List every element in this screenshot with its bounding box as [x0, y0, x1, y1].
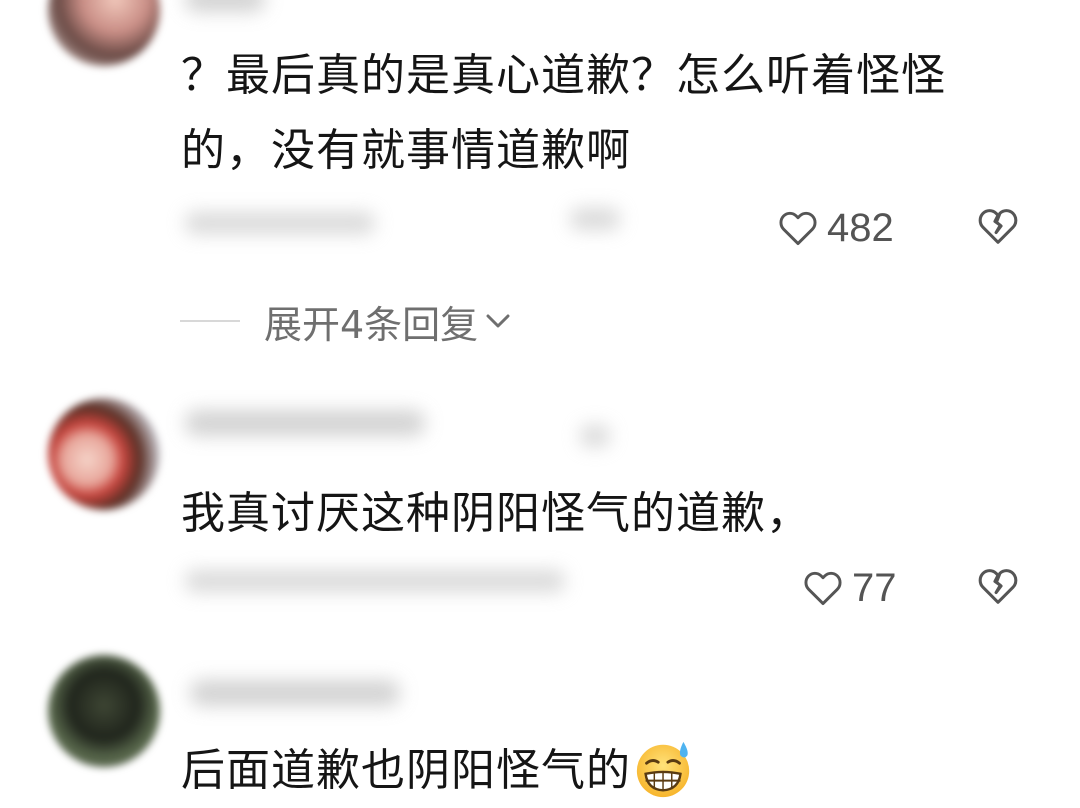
divider — [180, 320, 240, 322]
heart-outline-icon — [804, 571, 842, 606]
dislike-button[interactable] — [973, 563, 1023, 613]
like-button[interactable]: 77 — [800, 563, 897, 613]
heart-outline-icon — [779, 211, 817, 246]
username-blurred[interactable] — [185, 410, 425, 436]
comment-text: ？最后真的是真心道歉？怎么听着怪怪的，没有就事情道歉啊 — [181, 50, 946, 176]
comment-meta-blurred — [185, 212, 375, 234]
username-blurred[interactable] — [190, 680, 400, 706]
username-blurred — [580, 425, 610, 447]
dislike-button[interactable] — [973, 203, 1023, 253]
expand-replies-label: 展开4条回复 — [264, 302, 479, 347]
expand-replies[interactable]: 展开4条回复 — [180, 296, 512, 347]
avatar[interactable] — [48, 398, 160, 510]
like-button[interactable]: 482 — [775, 203, 894, 253]
comment-meta-blurred — [185, 570, 565, 592]
chevron-down-icon — [486, 314, 510, 328]
comment-text: 我真讨厌这种阴阳怪气的道歉， — [181, 488, 811, 539]
grinning-sweat-emoji — [636, 741, 690, 798]
broken-heart-icon — [978, 209, 1018, 244]
comment-meta-blurred — [570, 208, 620, 230]
broken-heart-icon — [978, 569, 1018, 604]
avatar[interactable] — [48, 0, 160, 66]
username-blurred[interactable] — [185, 0, 265, 12]
like-count: 77 — [852, 565, 897, 610]
comment-text: 后面道歉也阴阳怪气的 — [181, 733, 1021, 808]
avatar[interactable] — [48, 655, 160, 767]
like-count: 482 — [827, 205, 894, 250]
comment-text-content: 后面道歉也阴阳怪气的 — [181, 745, 631, 796]
